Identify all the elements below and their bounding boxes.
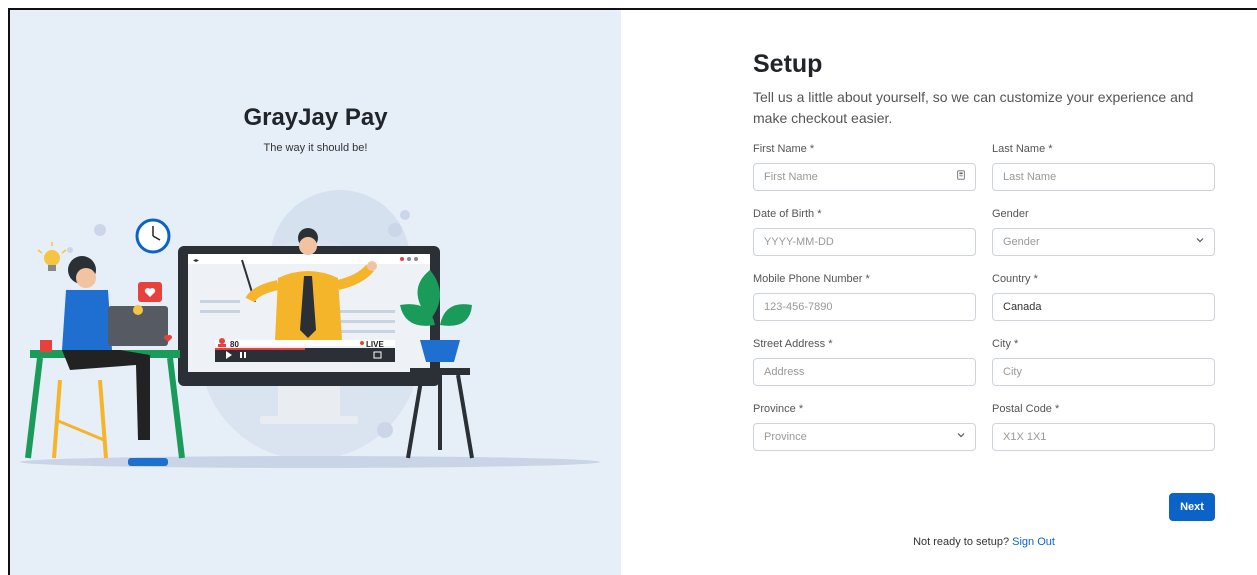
gender-group: Gender Gender (992, 208, 1215, 273)
last-name-label: Last Name * (992, 143, 1053, 155)
dob-group: Date of Birth * YYYY-MM-DD (753, 208, 976, 273)
online-class-illustration: ◂▸ 80 LIVE (20, 190, 600, 468)
heart-bubble-icon (138, 282, 162, 302)
city-group: City * City (992, 338, 1215, 403)
next-row: Next (1169, 493, 1215, 521)
postal-label: Postal Code * (992, 403, 1060, 415)
brand-name: GrayJay Pay (243, 104, 388, 131)
street-group: Street Address * Address (753, 338, 976, 403)
country-label: Country * (992, 273, 1038, 285)
last-name-input[interactable]: Last Name (992, 163, 1215, 191)
setup-form: Setup Tell us a little about yourself, s… (753, 50, 1215, 548)
page-subtitle: Tell us a little about yourself, so we c… (753, 89, 1194, 126)
chevron-down-icon (1196, 238, 1204, 243)
signout-prompt: Not ready to setup? (913, 536, 1013, 548)
app-window: GrayJay Pay The way it should be! ◂▸ 80 … (8, 8, 1257, 575)
page-title: Setup (753, 50, 823, 78)
province-select-value: Province (764, 431, 807, 443)
last-name-group: Last Name * Last Name (992, 143, 1215, 208)
street-label: Street Address * (753, 338, 833, 350)
lightbulb-icon (37, 242, 67, 271)
viewer-count: 80 (230, 340, 239, 349)
mobile-label: Mobile Phone Number * (753, 273, 870, 285)
next-button[interactable]: Next (1169, 493, 1215, 521)
first-name-input[interactable]: First Name (753, 163, 976, 191)
first-name-group: First Name * First Name (753, 143, 976, 208)
signout-row: Not ready to setup? Sign Out (753, 536, 1215, 548)
street-input[interactable]: Address (753, 358, 976, 386)
postal-group: Postal Code * X1X 1X1 (992, 403, 1215, 468)
dob-input[interactable]: YYYY-MM-DD (753, 228, 976, 256)
province-select[interactable]: Province (753, 423, 976, 451)
clock-icon (135, 218, 171, 254)
brand-tagline: The way it should be! (263, 142, 368, 154)
province-group: Province * Province (753, 403, 976, 468)
gender-select[interactable]: Gender (992, 228, 1215, 256)
city-label: City * (992, 338, 1019, 350)
postal-input[interactable]: X1X 1X1 (992, 423, 1215, 451)
setup-panel: Setup Tell us a little about yourself, s… (621, 10, 1257, 575)
country-group: Country * Canada (992, 273, 1215, 338)
mobile-group: Mobile Phone Number * 123-456-7890 (753, 273, 976, 338)
country-input[interactable]: Canada (992, 293, 1215, 321)
brand-panel: GrayJay Pay The way it should be! ◂▸ 80 … (10, 10, 621, 575)
sign-out-link[interactable]: Sign Out (1012, 536, 1055, 548)
svg-text:◂▸: ◂▸ (193, 257, 199, 264)
gender-select-value: Gender (1003, 236, 1040, 248)
gender-label: Gender (992, 208, 1029, 220)
contact-card-icon (957, 170, 965, 180)
chevron-down-icon (957, 433, 965, 438)
province-label: Province * (753, 403, 804, 415)
mobile-input[interactable]: 123-456-7890 (753, 293, 976, 321)
first-name-label: First Name * (753, 143, 815, 155)
city-input[interactable]: City (992, 358, 1215, 386)
dob-label: Date of Birth * (753, 208, 822, 220)
live-badge: LIVE (366, 340, 384, 349)
